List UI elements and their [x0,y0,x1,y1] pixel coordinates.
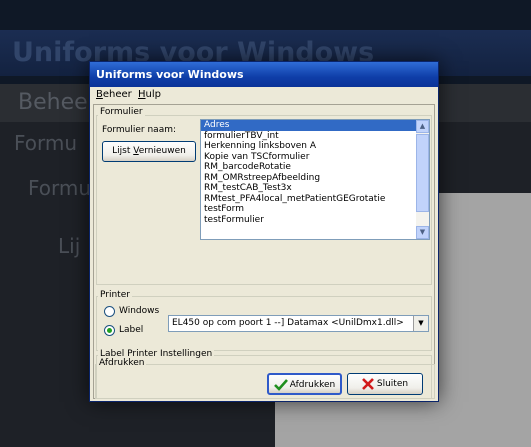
scroll-up-arrow-icon[interactable]: ▲ [416,120,429,133]
radio-windows-label[interactable]: Windows [119,306,159,316]
afdrukken-button[interactable]: Afdrukken [267,373,342,395]
lijst-vernieuwen-label-after: ernieuwen [138,146,186,156]
radio-label-label[interactable]: Label [119,325,143,335]
lijst-vernieuwen-button[interactable]: Lijst Vernieuwen [102,141,196,162]
background-label: Lij [58,234,81,258]
printer-select[interactable]: EL450 op com poort 1 --] Datamax <UnilDm… [168,315,429,332]
menu-bar: Beheer Hulp [90,87,438,104]
uniforms-dialog: Uniforms voor Windows Beheer Hulp Formul… [89,61,439,402]
printer-select-value: EL450 op com poort 1 --] Datamax <UnilDm… [172,318,404,328]
formulier-listbox[interactable]: Adres formulierTBV_int Herkenning linksbov… [200,119,430,240]
chevron-down-icon[interactable]: ▼ [413,316,428,331]
formulier-list-item[interactable]: RM_testCAB_Test3x [201,183,429,194]
background-label: Formu [28,176,92,200]
sluiten-button[interactable]: Sluiten [347,373,423,395]
menu-hulp[interactable]: Hulp [138,89,161,100]
dialog-title[interactable]: Uniforms voor Windows [90,62,438,87]
radio-label[interactable] [104,325,115,336]
afdrukken-button-label: Afdrukken [289,380,336,390]
background-label: Formu [14,131,78,155]
scroll-down-arrow-icon[interactable]: ▼ [416,226,429,239]
green-check-icon [273,378,288,391]
lijst-vernieuwen-label-before: Lijst [112,146,134,156]
formulier-list-item[interactable]: Herkenning linksboven A [201,141,429,152]
formulier-scrollbar[interactable]: ▲ ▼ [416,120,429,239]
formulier-list-item[interactable]: Adres [201,120,429,131]
printer-legend: Printer [98,290,132,300]
menu-beheer-accel: B [96,89,103,100]
radio-windows[interactable] [104,306,115,317]
menu-beheer-rest: eheer [102,89,132,100]
formulier-list-item[interactable]: testForm [201,204,429,215]
formulier-list-item[interactable]: RMtest_PFA4local_metPatientGEGrotatie [201,194,429,205]
menu-hulp-accel: H [138,89,146,100]
formulier-list-item[interactable]: RM_barcodeRotatie [201,162,429,173]
formulier-list-item[interactable]: RM_OMRstreepAfbeelding [201,173,429,184]
afdrukken-legend: Afdrukken [97,358,147,368]
scroll-thumb[interactable] [416,134,429,212]
formulier-list-item[interactable]: testFormulier [201,215,429,226]
menu-beheer[interactable]: Beheer [96,89,132,100]
dialog-client-area: Formulier Formulier naam: Lijst Vernieuw… [93,104,435,399]
formulier-legend: Formulier [98,107,145,117]
menu-hulp-rest: ulp [145,89,161,100]
formulier-list-rows: Adres formulierTBV_int Herkenning linksbov… [201,120,429,225]
formulier-naam-label: Formulier naam: [102,125,177,135]
formulier-list-item[interactable]: formulierTBV_int [201,131,429,142]
formulier-list-item[interactable]: Kopie van TSCformulier [201,152,429,163]
red-x-icon [361,377,374,390]
sluiten-button-label: Sluiten [376,379,409,389]
